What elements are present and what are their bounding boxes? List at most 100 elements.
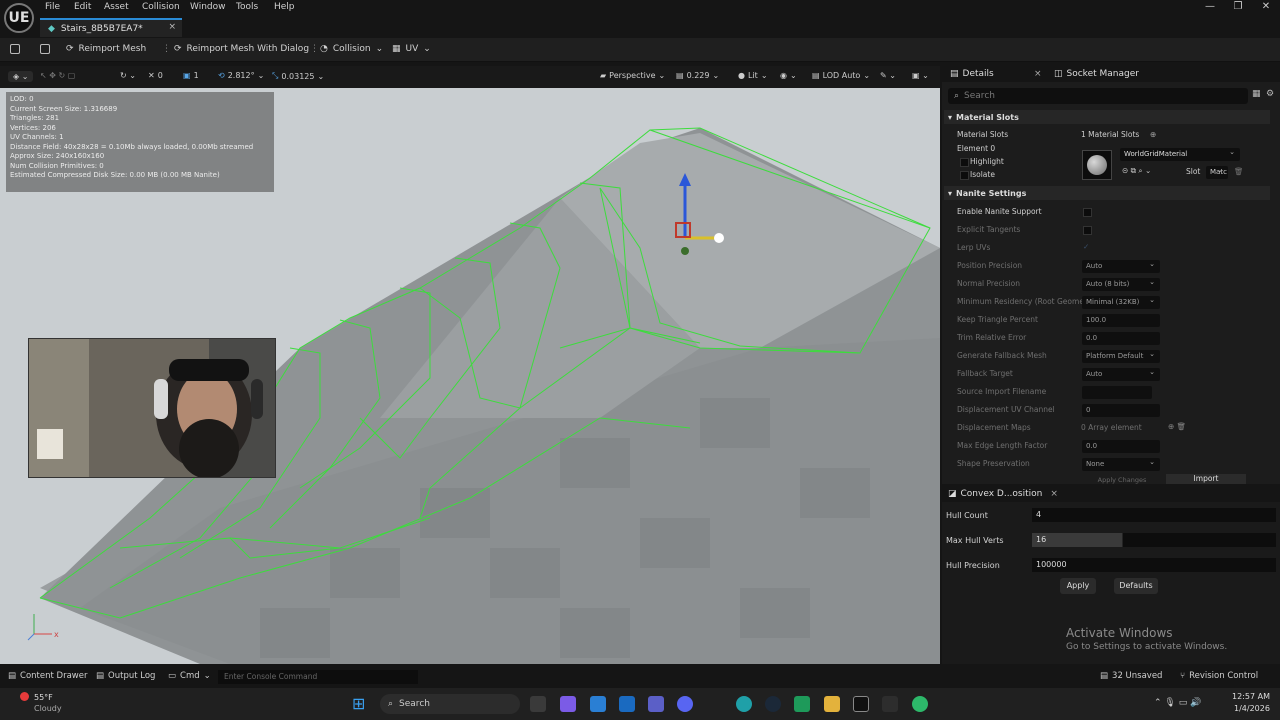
menu-window[interactable]: Window [190,2,226,12]
obs-icon[interactable] [912,696,928,712]
recorder-icon[interactable] [882,696,898,712]
maximize-button[interactable]: ❐ [1226,1,1250,12]
lit-sphere-icon: ● [738,71,745,80]
hull-precision-input[interactable]: 100000 [1032,558,1276,572]
menu-edit[interactable]: Edit [74,2,91,12]
file-explorer-icon[interactable] [530,696,546,712]
teams-icon[interactable] [648,696,664,712]
minimum-residency-dropdown[interactable]: Minimal (32KB) [1082,294,1160,309]
source-import-input[interactable] [1082,386,1152,399]
keep-triangle-input[interactable]: 100.0 [1082,314,1160,327]
steam-icon[interactable] [765,696,781,712]
lerp-uvs-check-icon[interactable]: ✓ [1083,242,1089,251]
displacement-uv-input[interactable]: 0 [1082,404,1160,417]
unreal-taskbar-icon[interactable] [853,696,869,712]
menu-collision[interactable]: Collision [142,2,180,12]
tab-convex-decomposition[interactable]: ◪ Convex D...osition × [948,489,1058,499]
scale-snap[interactable]: ⤡ 0.03125 ⌄ [272,71,324,81]
trim-relative-error-input[interactable]: 0.0 [1082,332,1160,345]
details-search-input[interactable]: ⌕ Search [948,88,1248,104]
discord-icon[interactable] [677,696,693,712]
close-details-tab-icon[interactable]: × [1034,69,1042,79]
isolate-checkbox[interactable] [960,171,969,180]
material-select[interactable]: WorldGridMaterial [1120,146,1240,161]
add-displacement-icon[interactable]: ⊕ 🗑 [1168,422,1186,431]
edge-icon[interactable] [736,696,752,712]
prop-fallback-target: Fallback Target [957,369,1013,378]
output-log-button[interactable]: ▤ Output Log [96,671,155,681]
max-edge-length-input[interactable]: 0.0 [1082,440,1160,453]
apply-button[interactable]: Apply [1060,578,1096,594]
close-window-button[interactable]: ✕ [1254,1,1278,12]
weather-icon[interactable] [20,692,29,701]
material-thumbnail[interactable] [1082,150,1112,180]
normal-precision-dropdown[interactable]: Auto (8 bits) [1082,276,1160,291]
lod-dropdown[interactable]: ▤ LOD Auto ⌄ [812,71,870,80]
cmd-dropdown[interactable]: ▭ Cmd ⌄ [168,671,211,681]
browse-icon[interactable] [40,44,50,54]
3d-viewport[interactable]: LOD: 0 Current Screen Size: 1.316689 Tri… [0,88,940,664]
fov-setting[interactable]: ▤ 0.229 ⌄ [676,71,719,80]
start-windows-icon[interactable]: ⊞ [352,696,365,712]
store-icon[interactable] [590,696,606,712]
highlight-checkbox[interactable] [960,158,969,167]
grid-size[interactable]: ▣ 1 [183,71,199,80]
tab-socket-manager[interactable]: ◫ Socket Manager [1054,69,1139,79]
transform-tools[interactable]: ◈ ⌄ [8,71,34,82]
app-green-icon[interactable] [794,696,810,712]
outlook-icon[interactable] [619,696,635,712]
menu-file[interactable]: File [45,2,60,12]
highlight-label: Highlight [970,157,1004,166]
reimport-mesh-button[interactable]: ⟳ Reimport Mesh [66,44,146,54]
viewport-options[interactable]: ✎ ⌄ [880,71,896,80]
folder-icon[interactable] [824,696,840,712]
grid-view-icon[interactable]: ▦ [1252,89,1261,99]
weather-temp: 55°F [34,693,53,702]
shape-preservation-dropdown[interactable]: None [1082,456,1160,471]
reimport-dialog-icon: ⟳ [174,44,182,54]
material-slots-section[interactable]: ▾ Material Slots [944,110,1270,124]
save-icon[interactable] [10,44,20,54]
rotate-toggle[interactable]: ↻ ⌄ [120,71,136,80]
matc-field[interactable]: Matc [1206,164,1228,179]
grid-snap[interactable]: ✕ 0 [148,71,163,80]
taskbar-search[interactable]: ⌕ Search [380,694,520,714]
add-slot-icon[interactable]: ⊕ [1150,130,1156,139]
close-tab-icon[interactable]: × [168,22,176,32]
minimize-button[interactable]: — [1198,1,1222,12]
show-dropdown[interactable]: ◉ ⌄ [780,71,797,80]
explicit-tangents-checkbox[interactable] [1083,226,1092,235]
lit-dropdown[interactable]: ● Lit ⌄ [738,71,768,80]
nanite-settings-section[interactable]: ▾ Nanite Settings [944,186,1270,200]
tab-details[interactable]: ▤ Details [950,69,994,79]
apply-changes-button[interactable]: Apply Changes [1082,476,1162,484]
layout-options[interactable]: ▣ ⌄ [912,71,929,80]
reimport-dialog-button[interactable]: ⟳ Reimport Mesh With Dialog [174,44,309,54]
enable-nanite-checkbox[interactable] [1083,208,1092,217]
hull-count-input[interactable]: 4 [1032,508,1276,522]
menu-tools[interactable]: Tools [236,2,258,12]
content-drawer-button[interactable]: ▤ Content Drawer [8,671,87,681]
select-icons[interactable]: ↖ ✥ ↻ ▢ [40,71,75,80]
unsaved-indicator[interactable]: ▤ 32 Unsaved [1100,671,1162,681]
rotation-snap[interactable]: ⟲ 2.812° ⌄ [218,71,264,80]
settings-gear-icon[interactable]: ⚙ [1266,89,1274,99]
menu-asset[interactable]: Asset [104,2,129,12]
perspective-dropdown[interactable]: ▰ Perspective ⌄ [600,71,665,80]
asset-tab[interactable]: ◆ Stairs_8B5B7EA7* × [40,18,182,37]
menu-help[interactable]: Help [274,2,295,12]
copilot-icon[interactable] [560,696,576,712]
revision-control-button[interactable]: ⑂ Revision Control [1180,671,1258,681]
fallback-target-dropdown[interactable]: Auto [1082,366,1160,381]
delete-slot-icon[interactable]: 🗑 [1234,167,1244,176]
console-command-input[interactable]: Enter Console Command [218,670,418,684]
collision-dropdown[interactable]: ◔ Collision ⌄ [320,44,383,54]
defaults-button[interactable]: Defaults [1114,578,1158,594]
material-actions-icons[interactable]: ⊝ ⧉ ⌕ ⌄ [1122,166,1151,176]
tray-icons[interactable]: ⌃ 🎙 ▭ 🔊 [1154,698,1201,708]
max-hull-verts-slider[interactable]: 16 [1032,533,1276,547]
import-button[interactable]: Import [1166,474,1246,484]
uv-dropdown[interactable]: ▦ UV ⌄ [392,44,431,54]
position-precision-dropdown[interactable]: Auto [1082,258,1160,273]
generate-fallback-dropdown[interactable]: Platform Default [1082,348,1160,363]
